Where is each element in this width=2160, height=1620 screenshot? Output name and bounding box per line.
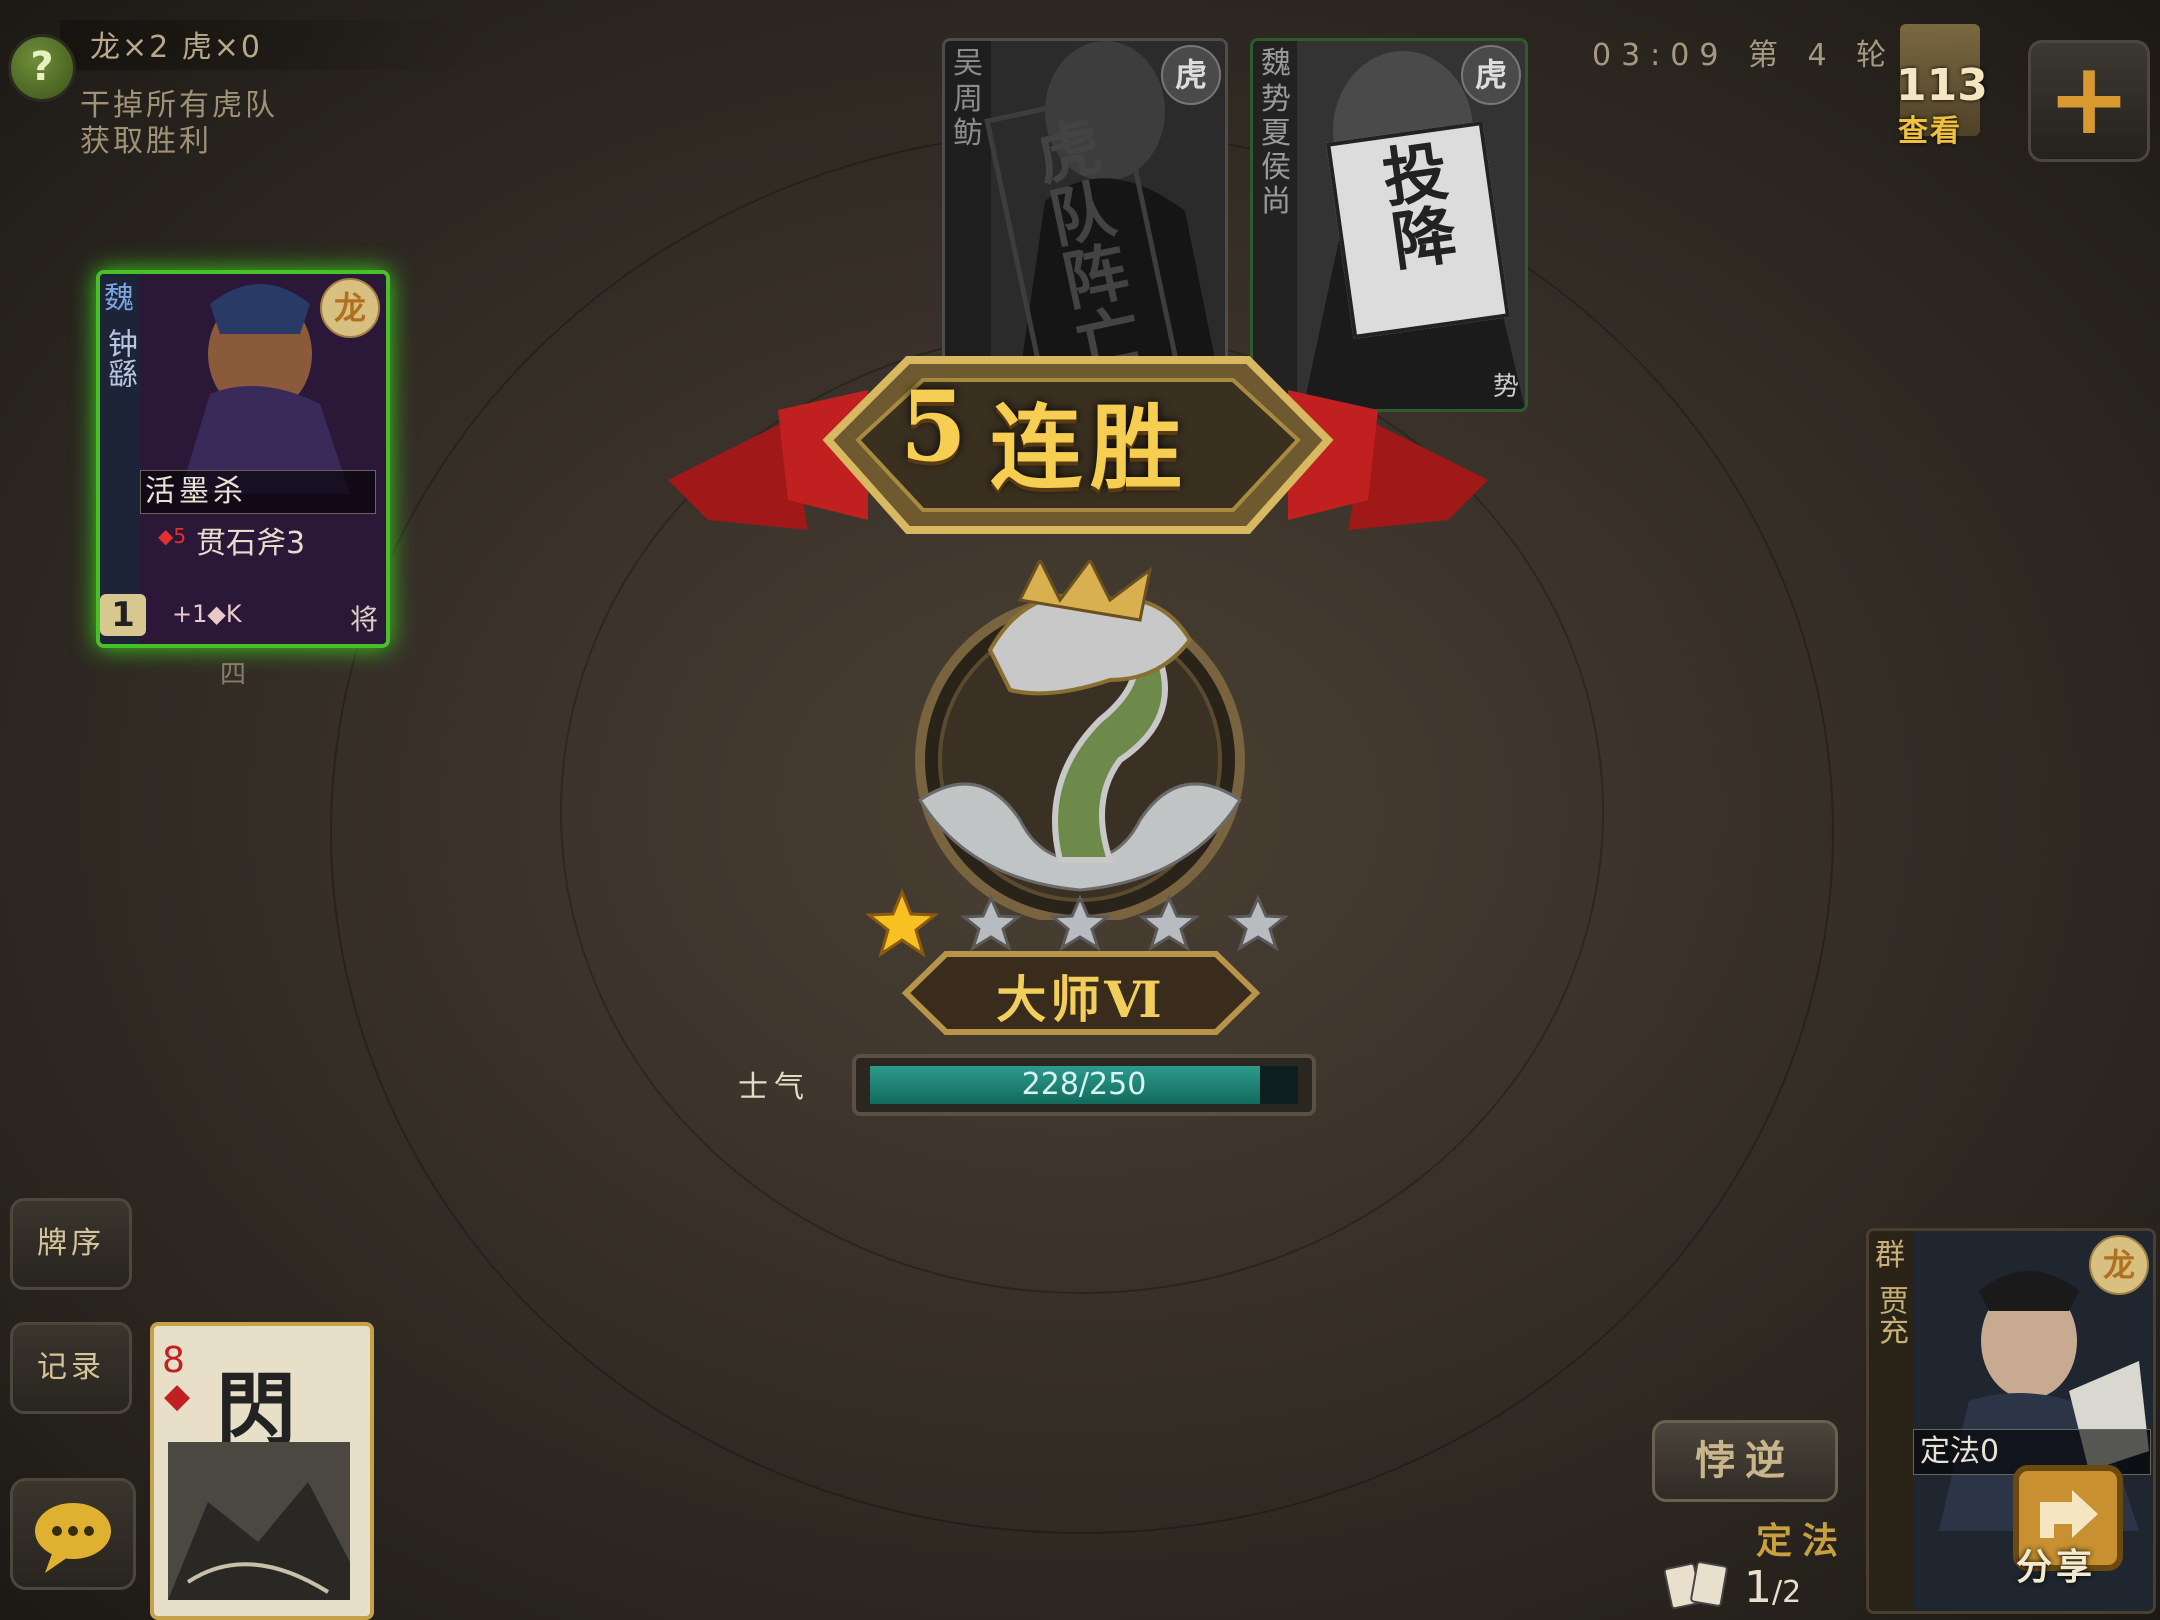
objective-text: 干掉所有虎队 获取胜利 — [80, 88, 278, 160]
morale-value: 228/250 — [1021, 1067, 1147, 1102]
rank-title: 大师Ⅵ — [996, 970, 1166, 1029]
ally-faction: 魏 — [104, 281, 134, 316]
card-order-button[interactable]: 牌序 — [10, 1198, 132, 1290]
equip-suit: ◆5 — [158, 524, 187, 548]
page-current: 1 — [1744, 1562, 1772, 1613]
page-indicator: 1/2 — [1744, 1562, 1801, 1613]
star-icon-empty — [1226, 894, 1290, 952]
extra-card: +1◆K — [172, 600, 242, 628]
record-button[interactable]: 记录 — [10, 1322, 132, 1414]
player-faction: 群 — [1875, 1238, 1905, 1273]
dragon-rank-emblem — [915, 560, 1245, 920]
morale-label: 士气 — [738, 1070, 810, 1105]
equip-weapon: 贯石斧3 — [196, 526, 306, 561]
enemy-faction: 魏 — [1261, 46, 1291, 81]
star-icon-filled — [864, 888, 940, 958]
player-name: 贾充 — [1873, 1285, 1908, 1345]
share-label: 分享 — [2016, 1547, 2097, 1588]
streak-number: 5 — [900, 370, 967, 483]
star-icon-empty — [959, 894, 1023, 952]
player-team-badge: 龙 — [2089, 1235, 2149, 1295]
hand-card-art — [168, 1442, 350, 1600]
cards-icon — [1664, 1561, 1728, 1610]
hand-card-rank: 8 — [162, 1340, 185, 1381]
star-icon-empty — [1137, 894, 1201, 952]
deck-view-button[interactable]: 查看 — [1898, 106, 1962, 150]
rebel-skill-button[interactable]: 悖逆 — [1652, 1420, 1838, 1502]
deck-count: 113 — [1896, 60, 1988, 111]
enemy-corner-mark: 势 — [1492, 372, 1519, 402]
enemy-faction: 吴 — [953, 46, 983, 81]
timer-round: 03:09 第 4 轮 — [1592, 38, 1897, 73]
law-skill-label[interactable]: 定法 — [1756, 1512, 1848, 1564]
help-button[interactable]: ? — [8, 34, 76, 102]
ally-skill[interactable]: 活墨杀 — [140, 470, 376, 514]
hp-count: 1 — [100, 594, 146, 636]
objective-line-1: 干掉所有虎队 — [80, 88, 278, 123]
seat-number: 四 — [220, 660, 247, 690]
role-label: 将 — [349, 603, 378, 636]
enemy-team-badge: 虎 — [1161, 45, 1221, 105]
objective-line-2: 获取胜利 — [80, 124, 212, 159]
enemy-name: 势夏侯尚 — [1261, 82, 1291, 219]
surrender-stamp: 投降 — [1325, 120, 1511, 340]
streak-text: 连胜 — [990, 395, 1191, 502]
ally-name: 钟繇 — [102, 328, 137, 388]
enemy-team-badge: 虎 — [1461, 45, 1521, 105]
hand-card-suit: ◆ — [164, 1376, 191, 1416]
hand-card[interactable]: 8 ◆ 閃 — [150, 1322, 374, 1620]
menu-plus-button[interactable]: + — [2028, 40, 2150, 162]
chat-button[interactable] — [10, 1478, 136, 1590]
ally-general-card[interactable]: 魏 钟繇 龙 活墨杀 ◆5 贯石斧3 1 +1◆K 将 — [96, 270, 390, 648]
star-icon-empty — [1048, 894, 1112, 952]
morale-track: 228/250 — [870, 1066, 1298, 1104]
page-total: /2 — [1772, 1575, 1802, 1610]
enemy-name: 周鲂 — [953, 82, 983, 151]
chat-bubble-icon — [35, 1503, 111, 1573]
surrender-stamp-text: 投降 — [1367, 136, 1460, 274]
morale-bar: 228/250 — [852, 1054, 1316, 1116]
plus-icon: + — [2047, 40, 2131, 157]
team-score: 龙×2 虎×0 — [90, 30, 262, 65]
ally-team-badge: 龙 — [320, 278, 380, 338]
